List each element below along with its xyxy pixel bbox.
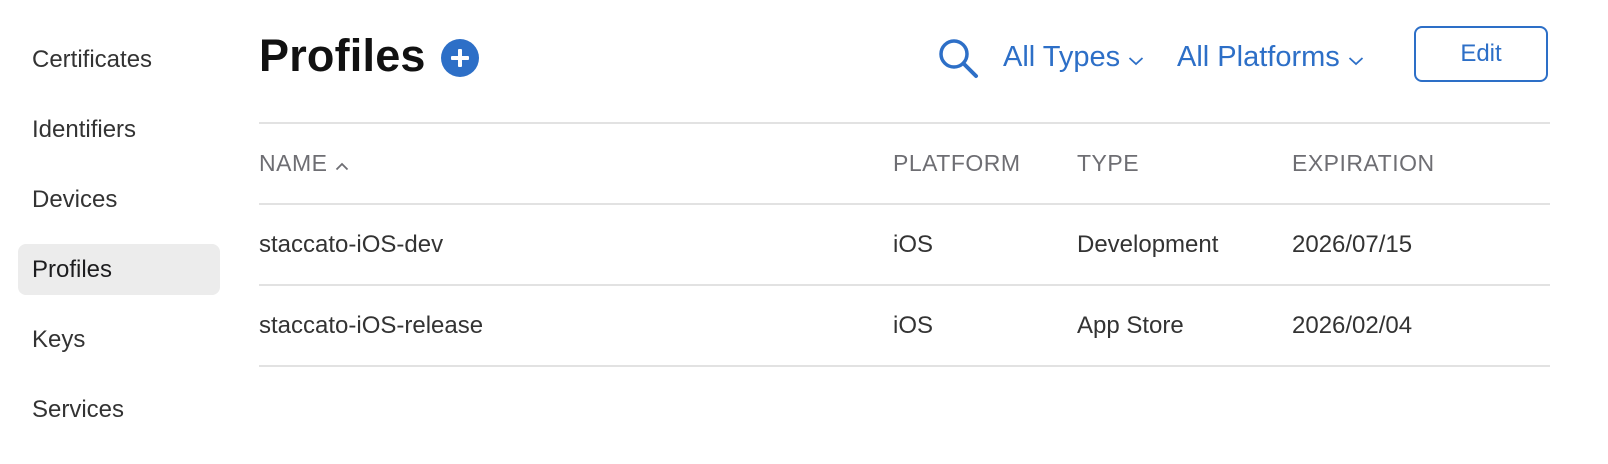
plus-circle-icon	[451, 49, 469, 67]
column-header-platform[interactable]: PLATFORM	[893, 124, 1021, 203]
profile-type: App Store	[1077, 311, 1184, 339]
search-button[interactable]	[936, 36, 980, 80]
profile-name[interactable]: staccato-iOS-dev	[259, 205, 443, 284]
sidebar: Certificates Identifiers Devices Profile…	[18, 34, 220, 454]
edit-button[interactable]: Edit	[1414, 26, 1548, 82]
sidebar-item-keys[interactable]: Keys	[18, 314, 220, 365]
profiles-page: Certificates Identifiers Devices Profile…	[0, 0, 1608, 464]
sidebar-item-services[interactable]: Services	[18, 384, 220, 435]
table-header-row: NAME PLATFORM TYPE EXPIRATION	[259, 122, 1550, 203]
profiles-table: NAME PLATFORM TYPE EXPIRATION staccato-i…	[259, 122, 1550, 367]
sidebar-item-profiles[interactable]: Profiles	[18, 244, 220, 295]
sort-ascending-icon	[335, 150, 349, 177]
profile-name[interactable]: staccato-iOS-release	[259, 286, 483, 365]
table-row[interactable]: staccato-iOS-dev iOS Development 2026/07…	[259, 203, 1550, 284]
chevron-down-icon	[1128, 41, 1144, 74]
sidebar-item-certificates[interactable]: Certificates	[18, 34, 220, 85]
sidebar-item-devices[interactable]: Devices	[18, 174, 220, 225]
chevron-down-icon	[1348, 41, 1364, 74]
column-header-name-label: NAME	[259, 150, 328, 176]
profile-platform: iOS	[893, 230, 934, 258]
profile-expiration: 2026/07/15	[1292, 230, 1413, 258]
profile-expiration: 2026/02/04	[1292, 311, 1413, 339]
profile-platform: iOS	[893, 311, 934, 339]
table-row[interactable]: staccato-iOS-release iOS App Store 2026/…	[259, 284, 1550, 367]
column-header-type[interactable]: TYPE	[1077, 124, 1139, 203]
column-header-expiration[interactable]: EXPIRATION	[1292, 124, 1435, 203]
page-title: Profiles	[259, 30, 426, 81]
column-header-name[interactable]: NAME	[259, 124, 349, 203]
add-profile-button[interactable]	[441, 39, 479, 77]
filter-platforms-label: All Platforms	[1177, 40, 1340, 73]
profile-type: Development	[1077, 230, 1219, 258]
search-icon	[939, 39, 978, 78]
filter-types-dropdown[interactable]: All Types	[1003, 36, 1144, 78]
filter-types-label: All Types	[1003, 40, 1121, 73]
filter-platforms-dropdown[interactable]: All Platforms	[1177, 36, 1364, 78]
sidebar-item-identifiers[interactable]: Identifiers	[18, 104, 220, 155]
